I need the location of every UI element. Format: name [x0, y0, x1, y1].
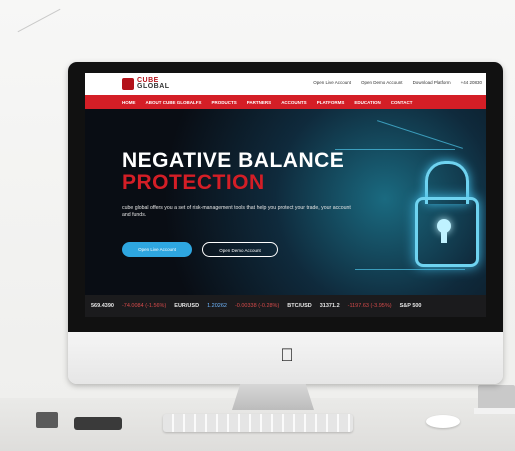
circuit-line [335, 149, 455, 150]
ticker-item: 31371.2 [319, 303, 340, 309]
book-pages [474, 408, 515, 414]
main-nav: HOME ABOUT CUBE GLOBALFX PRODUCTS PARTNE… [85, 95, 486, 109]
ticker-item: BTC/USD [287, 303, 312, 309]
circuit-line [355, 269, 465, 270]
open-demo-account-button[interactable]: Open Demo Account [202, 242, 278, 257]
open-live-account-link[interactable]: Open Live Account [313, 80, 351, 85]
ticker-item: 569.4390 [91, 303, 114, 309]
usb-drive [36, 412, 58, 428]
keyhole-slot-icon [441, 229, 447, 243]
phone [74, 417, 122, 430]
ticker-item: -1197.63 (-3.95%) [347, 303, 392, 309]
site-logo[interactable]: CUBE GLOBAL [122, 77, 192, 91]
price-ticker: 569.4390 -74.0084 (-1.56%) EUR/USD 1.202… [85, 295, 486, 317]
logo-text-line2: GLOBAL [137, 83, 170, 90]
imac-bezel: CUBE GLOBAL Open Live Account Open Demo … [68, 62, 503, 332]
nav-accounts[interactable]: ACCOUNTS [281, 100, 307, 105]
circuit-line [377, 120, 463, 149]
nav-partners[interactable]: PARTNERS [247, 100, 271, 105]
keyboard [163, 414, 353, 432]
nav-about[interactable]: ABOUT CUBE GLOBALFX [146, 100, 202, 105]
ticker-item: EUR/USD [174, 303, 200, 309]
ticker-item: 1.20262 [207, 303, 227, 309]
book [478, 385, 515, 410]
hero-banner [85, 109, 486, 295]
imac: CUBE GLOBAL Open Live Account Open Demo … [68, 62, 503, 384]
logo-mark-icon [122, 78, 134, 90]
ticker-item: -0.00338 (-0.28%) [234, 303, 280, 309]
ticker-item: -74.0084 (-1.56%) [121, 303, 167, 309]
hero-headline-line1: NEGATIVE BALANCE [122, 149, 345, 172]
open-demo-account-link[interactable]: Open Demo Account [361, 80, 403, 85]
phone-link[interactable]: +44 20830 [461, 80, 482, 85]
nav-contact[interactable]: CONTACT [391, 100, 413, 105]
download-platform-link[interactable]: Download Platform [413, 80, 451, 85]
imac-screen: CUBE GLOBAL Open Live Account Open Demo … [85, 73, 486, 317]
ticker-item: S&P 500 [399, 303, 422, 309]
website-topbar: CUBE GLOBAL Open Live Account Open Demo … [85, 73, 486, 95]
hero-headline-line2: PROTECTION [122, 171, 265, 194]
imac-stand [232, 384, 314, 410]
top-links: Open Live Account Open Demo Account Down… [313, 80, 482, 85]
hero-tagline: cube global offers you a set of risk-man… [122, 205, 351, 218]
nav-education[interactable]: EDUCATION [354, 100, 380, 105]
nav-platforms[interactable]: PLATFORMS [317, 100, 345, 105]
apple-icon:  [279, 345, 295, 365]
open-live-account-button[interactable]: Open Live Account [122, 242, 192, 257]
nav-products[interactable]: PRODUCTS [212, 100, 237, 105]
nav-home[interactable]: HOME [122, 100, 136, 105]
mouse [426, 415, 460, 428]
